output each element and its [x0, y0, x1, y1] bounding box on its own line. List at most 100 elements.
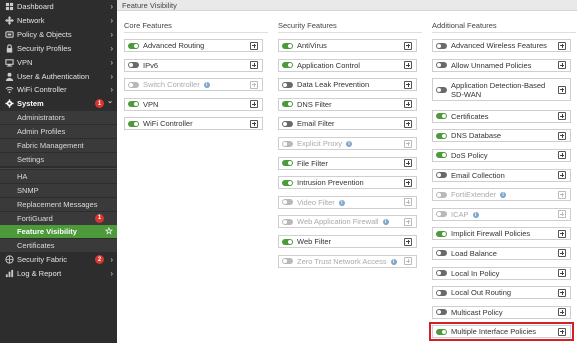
toggle-switch[interactable] [436, 86, 447, 93]
toggle-switch[interactable] [436, 42, 447, 49]
sidebar-subitem-replacement-messages[interactable]: Replacement Messages [0, 197, 117, 211]
toggle-switch[interactable] [282, 179, 293, 186]
toggle-switch[interactable] [436, 328, 447, 335]
feature-label-text: Certificates [451, 111, 489, 121]
expand-plus-icon[interactable] [404, 119, 412, 128]
sidebar-item-security-fabric[interactable]: Security Fabric 2 › [0, 253, 117, 266]
expand-plus-icon[interactable] [404, 100, 412, 109]
sidebar-subitem-feature-visibility[interactable]: Feature Visibility ☆ [0, 225, 117, 239]
expand-plus-icon[interactable] [558, 210, 566, 219]
feature-label: Local Out Routing [451, 288, 570, 297]
expand-plus-icon[interactable] [558, 112, 566, 121]
toggle-switch[interactable] [128, 101, 139, 108]
sidebar-subitem-fabric-management[interactable]: Fabric Management [0, 139, 117, 152]
expand-plus-icon[interactable] [250, 119, 258, 128]
expand-plus-icon[interactable] [558, 151, 566, 160]
info-icon[interactable]: i [500, 192, 507, 199]
toggle-switch[interactable] [128, 42, 139, 49]
expand-plus-icon[interactable] [558, 249, 566, 258]
toggle-switch[interactable] [436, 152, 447, 159]
toggle-switch[interactable] [128, 120, 139, 127]
expand-plus-icon[interactable] [404, 80, 412, 89]
feature-certificates: Certificates [432, 109, 571, 123]
info-icon[interactable]: i [382, 219, 389, 226]
expand-plus-icon[interactable] [558, 269, 566, 277]
toggle-switch[interactable] [282, 42, 293, 49]
toggle-switch[interactable] [282, 120, 293, 127]
toggle-switch[interactable] [282, 160, 293, 167]
info-icon[interactable]: i [472, 211, 479, 218]
expand-plus-icon[interactable] [558, 41, 566, 50]
feature-wifi-controller: WiFi Controller [124, 117, 263, 131]
toggle-switch[interactable] [282, 81, 293, 88]
sidebar-subitem-administrators[interactable]: Administrators [0, 111, 117, 125]
feature-label-text: Local In Policy [451, 268, 500, 278]
sidebar-item-dashboard[interactable]: Dashboard › [0, 0, 117, 13]
feature-label: Implicit Firewall Policies [451, 229, 570, 238]
toggle-switch[interactable] [128, 62, 139, 69]
toggle-switch[interactable] [436, 172, 447, 178]
expand-plus-icon[interactable] [558, 327, 566, 336]
toggle-switch [282, 218, 293, 225]
expand-plus-icon[interactable] [558, 131, 566, 140]
expand-plus-icon[interactable] [404, 217, 412, 226]
sidebar-item-user-authentication[interactable]: User & Authentication › [0, 70, 117, 83]
chevron-right-icon: › [110, 269, 113, 279]
toggle-switch[interactable] [436, 309, 447, 316]
sidebar-subitem-label: Replacement Messages [17, 199, 98, 209]
toggle-switch[interactable] [282, 101, 293, 108]
expand-plus-icon[interactable] [404, 61, 412, 70]
sidebar-subitem-settings[interactable]: Settings [0, 152, 117, 166]
toggle-switch[interactable] [436, 132, 447, 139]
toggle-switch[interactable] [436, 289, 447, 296]
sidebar-item-wifi-controller[interactable]: WiFi Controller › [0, 83, 117, 96]
expand-plus-icon[interactable] [250, 61, 258, 70]
expand-plus-icon[interactable] [404, 178, 412, 187]
sidebar-subitem-admin-profiles[interactable]: Admin Profiles [0, 125, 117, 139]
favorite-star-icon[interactable]: ☆ [105, 225, 113, 238]
column-divider [432, 32, 576, 33]
expand-plus-icon[interactable] [250, 41, 258, 50]
toggle-switch[interactable] [436, 250, 447, 257]
expand-plus-icon[interactable] [404, 237, 412, 246]
sidebar-item-policy-objects[interactable]: Policy & Objects › [0, 28, 117, 41]
toggle-switch[interactable] [436, 270, 447, 276]
sidebar-subitem-label: SNMP [17, 185, 39, 195]
sidebar-subitem-snmp[interactable]: SNMP [0, 183, 117, 197]
expand-plus-icon[interactable] [558, 61, 566, 70]
sidebar-item-network[interactable]: Network › [0, 14, 117, 27]
toggle-switch[interactable] [282, 62, 293, 69]
toggle-switch[interactable] [436, 230, 447, 237]
expand-plus-icon[interactable] [250, 80, 258, 89]
vpn-icon [4, 57, 14, 67]
sidebar-item-log-report[interactable]: Log & Report › [0, 267, 117, 280]
expand-plus-icon[interactable] [404, 257, 412, 266]
sidebar-subitem-fortiguard[interactable]: FortiGuard 1 [0, 211, 117, 225]
expand-plus-icon[interactable] [558, 229, 566, 238]
expand-plus-icon[interactable] [558, 190, 566, 199]
sidebar-item-vpn[interactable]: VPN › [0, 56, 117, 69]
feature-email-collection: Email Collection [432, 168, 571, 182]
expand-plus-icon[interactable] [404, 159, 412, 168]
info-icon[interactable]: i [390, 258, 397, 265]
policy-icon [4, 29, 14, 39]
toggle-switch[interactable] [282, 238, 293, 245]
expand-plus-icon[interactable] [250, 100, 258, 109]
expand-plus-icon[interactable] [404, 41, 412, 50]
sidebar-item-system[interactable]: System 1 ⌄ [0, 97, 117, 110]
expand-plus-icon[interactable] [404, 198, 412, 207]
toggle-switch[interactable] [436, 113, 447, 120]
expand-plus-icon[interactable] [558, 171, 566, 179]
sidebar-subitem-ha[interactable]: HA [0, 169, 117, 183]
expand-plus-icon[interactable] [404, 139, 412, 148]
chevron-right-icon: › [110, 255, 113, 265]
info-icon[interactable]: i [346, 141, 353, 148]
expand-plus-icon[interactable] [558, 85, 566, 94]
sidebar-item-security-profiles[interactable]: Security Profiles › [0, 42, 117, 55]
info-icon[interactable]: i [203, 82, 210, 89]
expand-plus-icon[interactable] [558, 288, 566, 297]
info-icon[interactable]: i [338, 199, 345, 206]
toggle-switch[interactable] [436, 62, 447, 69]
expand-plus-icon[interactable] [558, 308, 566, 317]
sidebar-subitem-certificates[interactable]: Certificates [0, 239, 117, 253]
